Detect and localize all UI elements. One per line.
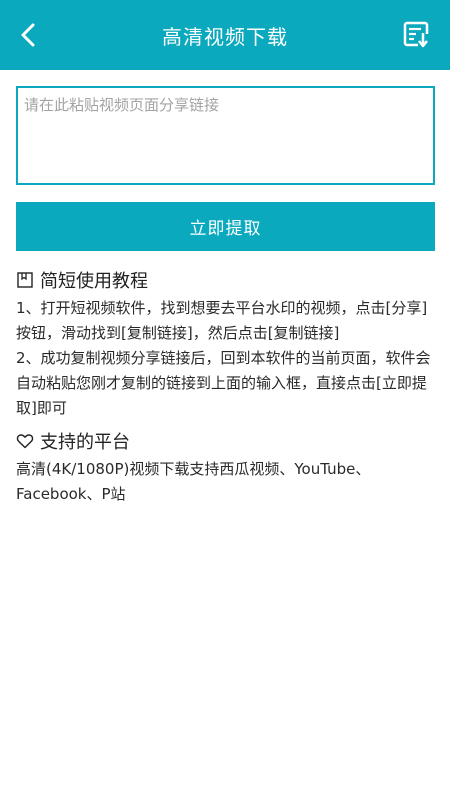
platforms-title: 支持的平台	[40, 432, 130, 453]
tutorial-heading: 简短使用教程	[16, 266, 436, 294]
platforms-heading: 支持的平台	[16, 427, 436, 455]
book-icon	[16, 271, 34, 289]
tutorial-section: 简短使用教程 1、打开短视频软件，找到想要去平台水印的视频，点击[分享]按钮，滑…	[16, 266, 436, 421]
app-header: 高清视频下载	[0, 0, 450, 70]
download-list-icon[interactable]	[402, 20, 432, 50]
heart-icon	[16, 432, 34, 450]
platforms-text: 高清(4K/1080P)视频下载支持西瓜视频、YouTube、Facebook、…	[16, 460, 371, 503]
tutorial-steps: 1、打开短视频软件，找到想要去平台水印的视频，点击[分享]按钮，滑动找到[复制链…	[16, 296, 436, 421]
tutorial-step-2: 2、成功复制视频分享链接后，回到本软件的当前页面，软件会自动粘贴您刚才复制的链接…	[16, 349, 431, 417]
tutorial-step-1: 1、打开短视频软件，找到想要去平台水印的视频，点击[分享]按钮，滑动找到[复制链…	[16, 299, 428, 342]
extract-now-button[interactable]: 立即提取	[16, 202, 435, 251]
back-chevron-icon[interactable]	[14, 20, 44, 50]
platforms-section: 支持的平台 高清(4K/1080P)视频下载支持西瓜视频、YouTube、Fac…	[16, 427, 436, 507]
tutorial-title: 简短使用教程	[40, 271, 148, 292]
page-title: 高清视频下载	[162, 24, 288, 49]
share-link-input[interactable]	[16, 86, 435, 185]
